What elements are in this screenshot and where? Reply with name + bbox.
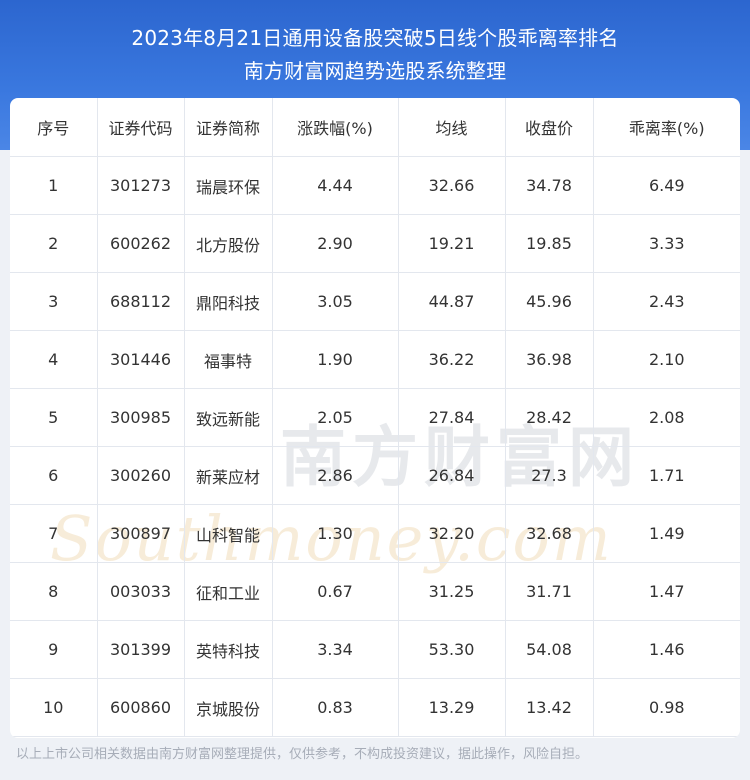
table-row: 9 301399 英特科技 3.34 53.30 54.08 1.46 (10, 620, 740, 679)
cell-ma: 13.29 (398, 678, 506, 737)
cell-close: 34.78 (505, 156, 594, 215)
col-header-ma: 均线 (398, 98, 506, 157)
cell-bias: 1.49 (593, 504, 740, 563)
cell-ma: 19.21 (398, 214, 506, 273)
cell-ma: 27.84 (398, 388, 506, 447)
cell-close: 13.42 (505, 678, 594, 737)
page-title: 2023年8月21日通用设备股突破5日线个股乖离率排名 (131, 26, 619, 50)
col-header-change: 涨跌幅(%) (272, 98, 399, 157)
cell-change: 2.05 (272, 388, 399, 447)
cell-index: 5 (10, 388, 98, 447)
table-row: 8 003033 征和工业 0.67 31.25 31.71 1.47 (10, 562, 740, 621)
table-row: 5 300985 致远新能 2.05 27.84 28.42 2.08 (10, 388, 740, 447)
table-row: 3 688112 鼎阳科技 3.05 44.87 45.96 2.43 (10, 272, 740, 331)
cell-bias: 1.71 (593, 446, 740, 505)
cell-bias: 3.33 (593, 214, 740, 273)
table-header-row: 序号 证券代码 证券简称 涨跌幅(%) 均线 收盘价 乖离率(%) (10, 98, 740, 157)
cell-bias: 0.98 (593, 678, 740, 737)
table-row: 10 600860 京城股份 0.83 13.29 13.42 0.98 (10, 678, 740, 737)
cell-bias: 6.49 (593, 156, 740, 215)
cell-bias: 1.46 (593, 620, 740, 679)
cell-bias: 2.08 (593, 388, 740, 447)
cell-change: 1.90 (272, 330, 399, 389)
cell-close: 28.42 (505, 388, 594, 447)
cell-name: 山科智能 (184, 504, 273, 563)
cell-change: 3.05 (272, 272, 399, 331)
table-row: 4 301446 福事特 1.90 36.22 36.98 2.10 (10, 330, 740, 389)
cell-change: 1.30 (272, 504, 399, 563)
cell-ma: 31.25 (398, 562, 506, 621)
cell-index: 1 (10, 156, 98, 215)
cell-close: 31.71 (505, 562, 594, 621)
col-header-bias: 乖离率(%) (593, 98, 740, 157)
cell-index: 6 (10, 446, 98, 505)
cell-ma: 44.87 (398, 272, 506, 331)
cell-ma: 53.30 (398, 620, 506, 679)
cell-index: 3 (10, 272, 98, 331)
cell-code: 600262 (97, 214, 185, 273)
cell-bias: 1.47 (593, 562, 740, 621)
cell-change: 2.90 (272, 214, 399, 273)
table-row: 1 301273 瑞晨环保 4.44 32.66 34.78 6.49 (10, 156, 740, 215)
cell-change: 3.34 (272, 620, 399, 679)
cell-change: 0.83 (272, 678, 399, 737)
cell-name: 北方股份 (184, 214, 273, 273)
cell-name: 英特科技 (184, 620, 273, 679)
cell-change: 0.67 (272, 562, 399, 621)
cell-code: 300260 (97, 446, 185, 505)
cell-name: 致远新能 (184, 388, 273, 447)
cell-name: 鼎阳科技 (184, 272, 273, 331)
disclaimer-footer: 以上上市公司相关数据由南方财富网整理提供，仅供参考，不构成投资建议，据此操作，风… (16, 747, 589, 762)
cell-ma: 26.84 (398, 446, 506, 505)
cell-ma: 36.22 (398, 330, 506, 389)
cell-name: 福事特 (184, 330, 273, 389)
cell-close: 32.68 (505, 504, 594, 563)
table-row: 2 600262 北方股份 2.90 19.21 19.85 3.33 (10, 214, 740, 273)
table-row: 6 300260 新莱应材 2.86 26.84 27.3 1.71 (10, 446, 740, 505)
cell-index: 9 (10, 620, 98, 679)
cell-name: 新莱应材 (184, 446, 273, 505)
col-header-code: 证券代码 (97, 98, 185, 157)
col-header-index: 序号 (10, 98, 98, 157)
cell-code: 301399 (97, 620, 185, 679)
cell-index: 2 (10, 214, 98, 273)
cell-change: 2.86 (272, 446, 399, 505)
page-subtitle: 南方财富网趋势选股系统整理 (243, 59, 507, 83)
cell-code: 300897 (97, 504, 185, 563)
cell-name: 瑞晨环保 (184, 156, 273, 215)
cell-code: 300985 (97, 388, 185, 447)
cell-code: 600860 (97, 678, 185, 737)
cell-code: 688112 (97, 272, 185, 331)
table-row: 7 300897 山科智能 1.30 32.20 32.68 1.49 (10, 504, 740, 563)
cell-index: 8 (10, 562, 98, 621)
cell-bias: 2.43 (593, 272, 740, 331)
cell-close: 19.85 (505, 214, 594, 273)
cell-code: 301446 (97, 330, 185, 389)
cell-close: 45.96 (505, 272, 594, 331)
col-header-name: 证券简称 (184, 98, 273, 157)
cell-index: 7 (10, 504, 98, 563)
cell-code: 301273 (97, 156, 185, 215)
col-header-close: 收盘价 (505, 98, 594, 157)
cell-close: 27.3 (505, 446, 594, 505)
table-card: 南方财富网 Southmoney.com 序号 证券代码 证券简称 涨跌幅(%)… (10, 98, 740, 738)
cell-name: 征和工业 (184, 562, 273, 621)
cell-code: 003033 (97, 562, 185, 621)
cell-name: 京城股份 (184, 678, 273, 737)
cell-index: 10 (10, 678, 98, 737)
cell-change: 4.44 (272, 156, 399, 215)
cell-bias: 2.10 (593, 330, 740, 389)
cell-close: 54.08 (505, 620, 594, 679)
cell-index: 4 (10, 330, 98, 389)
cell-close: 36.98 (505, 330, 594, 389)
cell-ma: 32.20 (398, 504, 506, 563)
ranking-table: 序号 证券代码 证券简称 涨跌幅(%) 均线 收盘价 乖离率(%) 1 3012… (10, 98, 740, 737)
cell-ma: 32.66 (398, 156, 506, 215)
